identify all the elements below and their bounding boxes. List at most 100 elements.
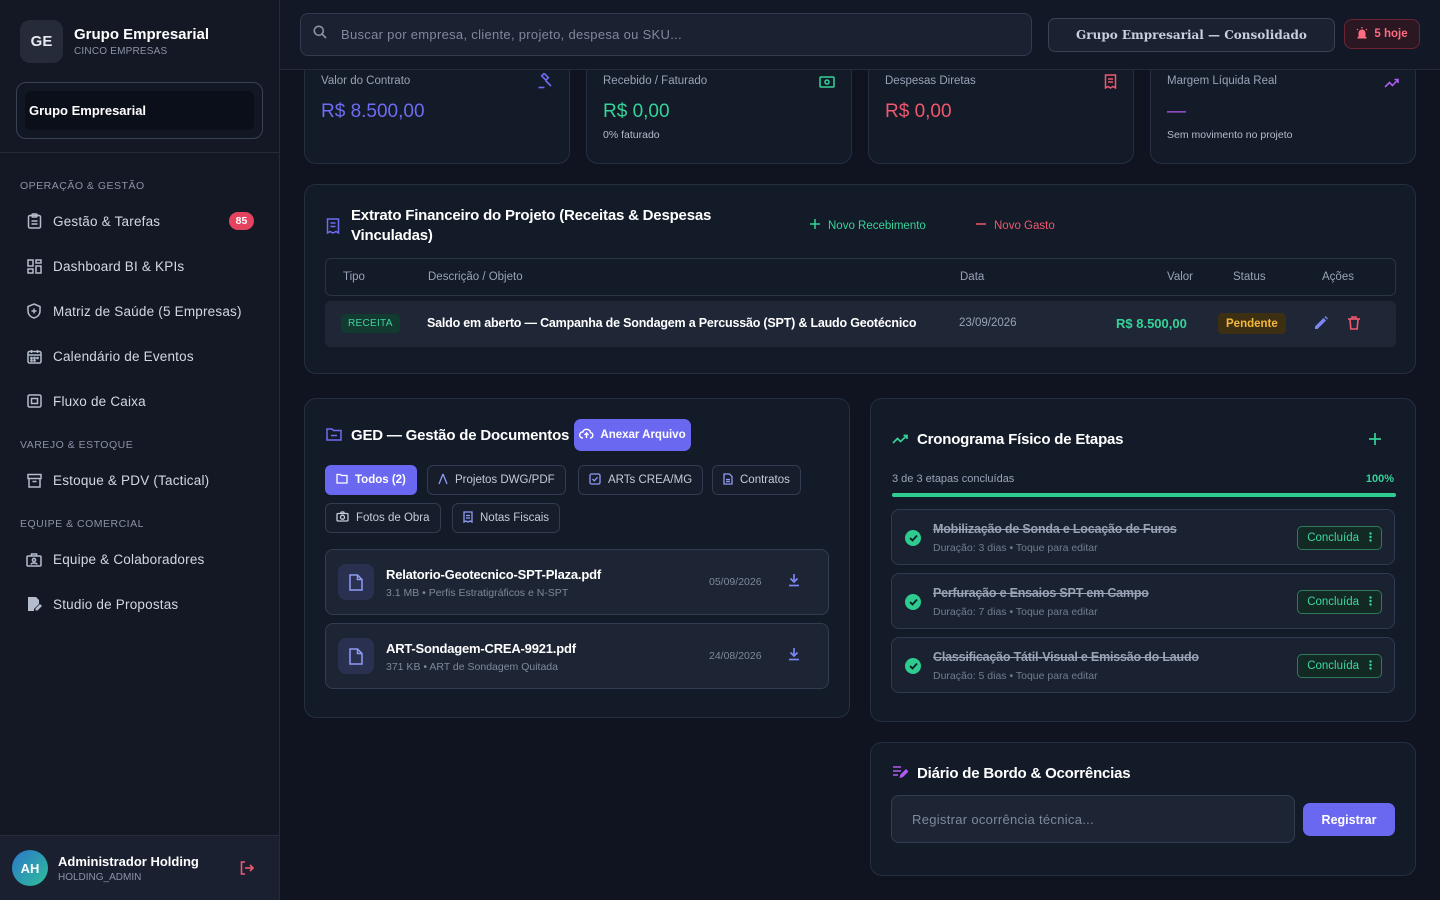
stage-name: Classificação Tátil-Visual e Emissão do …: [933, 650, 1199, 664]
search-input[interactable]: [341, 27, 1031, 42]
sidebar-item-dashboard[interactable]: Dashboard BI & KPIs: [16, 248, 264, 284]
check-circle-icon: [905, 530, 921, 546]
file-date: 24/08/2026: [709, 650, 762, 662]
sidebar-item-matriz-saude[interactable]: Matriz de Saúde (5 Empresas): [16, 293, 264, 329]
sidebar-item-studio-propostas[interactable]: Studio de Propostas: [16, 586, 264, 622]
kpi-value: R$ 8.500,00: [321, 101, 425, 122]
shield-icon: [26, 303, 42, 319]
filter-label: Notas Fiscais: [480, 512, 550, 524]
search-box[interactable]: [300, 13, 1032, 56]
add-stage-icon[interactable]: [1369, 432, 1381, 450]
occurrence-input[interactable]: [891, 795, 1295, 843]
brand-name: Grupo Empresarial: [74, 26, 210, 43]
inventory-icon: [26, 472, 42, 488]
table-row[interactable]: RECEITA Saldo em aberto — Campanha de So…: [325, 301, 1396, 347]
filter-chip-fotos[interactable]: Fotos de Obra: [325, 503, 441, 533]
col-tipo: Tipo: [343, 271, 365, 283]
filter-chip-arts[interactable]: ARTs CREA/MG: [578, 465, 704, 495]
register-button[interactable]: Registrar: [1303, 803, 1395, 836]
trend-icon: [892, 431, 908, 449]
row-description: Saldo em aberto — Campanha de Sondagem a…: [427, 316, 917, 330]
section-title-cont: Vinculadas): [351, 227, 433, 244]
filter-chip-contratos[interactable]: Contratos: [712, 465, 801, 495]
sidebar-item-calendario[interactable]: Calendário de Eventos: [16, 338, 264, 374]
new-expense-button[interactable]: Novo Gasto: [976, 219, 1055, 232]
calendar-icon: [26, 348, 42, 364]
search-icon: [313, 25, 327, 44]
file-meta: 3.1 MB • Perfis Estratigráficos e N-SPT: [386, 587, 569, 599]
more-vertical-icon: [1369, 595, 1372, 609]
user-role: HOLDING_ADMIN: [58, 871, 142, 883]
file-name: Relatorio-Geotecnico-SPT-Plaza.pdf: [386, 567, 601, 582]
clipboard-icon: [26, 213, 42, 229]
stage-meta: Duração: 7 dias • Toque para editar: [933, 606, 1098, 618]
stage-item[interactable]: Classificação Tátil-Visual e Emissão do …: [891, 637, 1395, 693]
alerts-button[interactable]: 5 hoje: [1344, 19, 1420, 49]
alerts-label: 5 hoje: [1374, 28, 1408, 40]
receipt-icon: [463, 510, 473, 526]
stage-item[interactable]: Mobilização de Sonda e Locação de Furos …: [891, 509, 1395, 565]
filter-label: Projetos DWG/PDF: [455, 474, 555, 486]
sidebar-item-fluxo-caixa[interactable]: Fluxo de Caixa: [16, 383, 264, 419]
stage-status-dropdown[interactable]: Concluída: [1297, 590, 1382, 614]
folder-icon: [336, 473, 348, 487]
nav-section-varejo: VAREJO & ESTOQUE: [20, 439, 134, 451]
company-selector-value[interactable]: Grupo Empresarial: [25, 91, 254, 130]
folder-icon: [326, 427, 342, 446]
filter-chip-todos[interactable]: Todos (2): [325, 465, 417, 495]
checkbox-icon: [589, 472, 601, 488]
scope-selector[interactable]: Grupo Empresarial — Consolidado: [1048, 18, 1335, 52]
sidebar-item-equipe[interactable]: Equipe & Colaboradores: [16, 541, 264, 577]
nav-section-operacao: OPERAÇÃO & GESTÃO: [20, 180, 145, 192]
sidebar-divider: [0, 152, 279, 153]
trend-icon: [1384, 75, 1399, 93]
topbar: Grupo Empresarial — Consolidado 5 hoje: [280, 0, 1440, 70]
sidebar-item-label: Gestão & Tarefas: [53, 213, 161, 229]
logout-icon[interactable]: [239, 860, 255, 881]
filter-chip-projetos[interactable]: Projetos DWG/PDF: [427, 465, 566, 495]
download-icon[interactable]: [788, 573, 800, 592]
stage-name: Mobilização de Sonda e Locação de Furos: [933, 522, 1177, 536]
row-date: 23/09/2026: [959, 317, 1017, 329]
row-value: R$ 8.500,00: [1116, 316, 1187, 331]
more-vertical-icon: [1369, 659, 1372, 673]
minus-icon: [976, 219, 986, 232]
pdf-file-icon: [338, 638, 374, 674]
new-income-button[interactable]: Novo Recebimento: [810, 219, 926, 232]
filter-chip-notas[interactable]: Notas Fiscais: [452, 503, 561, 533]
stage-item[interactable]: Perfuração e Ensaios SPT em Campo Duraçã…: [891, 573, 1395, 629]
filter-label: Contratos: [740, 474, 790, 486]
check-circle-icon: [905, 658, 921, 674]
pdf-file-icon: [338, 564, 374, 600]
cashflow-icon: [26, 393, 42, 409]
download-icon[interactable]: [788, 647, 800, 666]
stage-status-dropdown[interactable]: Concluída: [1297, 526, 1382, 550]
sidebar-item-gestao-tarefas[interactable]: Gestão & Tarefas 85: [16, 203, 264, 239]
company-selector[interactable]: Grupo Empresarial: [16, 82, 263, 139]
alarm-icon: [1356, 26, 1368, 42]
file-meta: 371 KB • ART de Sondagem Quitada: [386, 661, 558, 673]
kpi-subtitle: 0% faturado: [603, 129, 660, 141]
kpi-title: Margem Líquida Real: [1167, 75, 1277, 87]
new-income-label: Novo Recebimento: [828, 219, 926, 232]
stage-status-label: Concluída: [1307, 660, 1359, 672]
delete-icon[interactable]: [1348, 316, 1360, 335]
kpi-title: Despesas Diretas: [885, 75, 976, 87]
kpi-value: —: [1167, 101, 1186, 122]
money-icon: [819, 75, 835, 93]
team-icon: [26, 551, 42, 567]
cloud-upload-icon: [579, 428, 594, 442]
camera-icon: [336, 511, 349, 525]
kpi-value: R$ 0,00: [603, 101, 670, 122]
check-circle-icon: [905, 594, 921, 610]
sidebar-item-estoque-pdv[interactable]: Estoque & PDV (Tactical): [16, 462, 264, 498]
edit-icon[interactable]: [1314, 316, 1328, 335]
filter-label: ARTs CREA/MG: [608, 474, 693, 486]
file-item[interactable]: ART-Sondagem-CREA-9921.pdf 371 KB • ART …: [325, 623, 829, 689]
file-item[interactable]: Relatorio-Geotecnico-SPT-Plaza.pdf 3.1 M…: [325, 549, 829, 615]
stage-status-dropdown[interactable]: Concluída: [1297, 654, 1382, 678]
sidebar: GE Grupo Empresarial CINCO EMPRESAS Grup…: [0, 0, 280, 900]
attach-file-button[interactable]: Anexar Arquivo: [574, 419, 691, 451]
progress-percent: 100%: [1365, 473, 1394, 485]
brand: GE Grupo Empresarial CINCO EMPRESAS: [20, 20, 209, 63]
